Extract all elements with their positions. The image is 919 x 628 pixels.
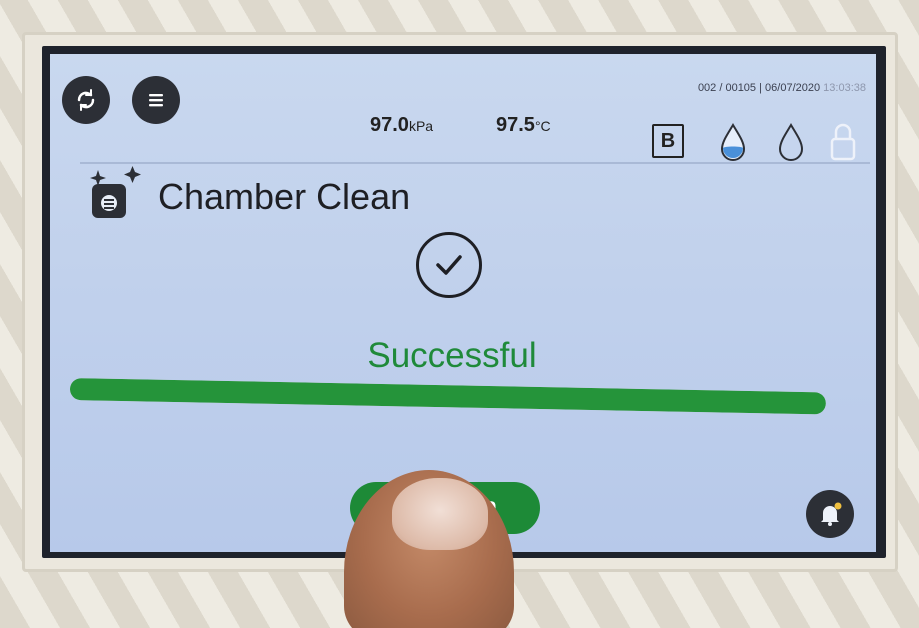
progress-fill bbox=[69, 378, 827, 415]
pressure-unit: kPa bbox=[408, 118, 434, 134]
page-title: Chamber Clean bbox=[158, 176, 411, 217]
progress-bar bbox=[69, 378, 827, 415]
temperature-readout: 97.5°C bbox=[496, 114, 551, 137]
water-drop-icon bbox=[720, 123, 746, 161]
success-indicator bbox=[416, 232, 482, 298]
water-level-indicator bbox=[718, 122, 748, 167]
temperature-value: 97.5 bbox=[496, 114, 535, 136]
menu-icon bbox=[149, 94, 163, 107]
pressure-readout: 97.0kPa bbox=[370, 114, 433, 137]
waste-water-indicator bbox=[776, 122, 806, 167]
lock-icon bbox=[830, 123, 856, 161]
time-display: 13:03:38 bbox=[823, 82, 866, 94]
checkmark-icon bbox=[436, 255, 462, 275]
sync-button[interactable] bbox=[62, 76, 110, 124]
water-drop-outline-icon bbox=[778, 123, 804, 161]
sync-icon bbox=[77, 89, 95, 111]
notification-button[interactable] bbox=[806, 490, 854, 538]
status-message: Successful bbox=[367, 336, 537, 375]
cycle-counter: 002 / 00105 bbox=[697, 82, 757, 94]
chamber-clean-icon bbox=[82, 166, 142, 227]
temperature-unit: °C bbox=[534, 118, 551, 134]
header-divider bbox=[80, 162, 870, 164]
pressure-value: 97.0 bbox=[370, 114, 409, 136]
menu-button[interactable] bbox=[132, 76, 180, 124]
notification-bell-icon bbox=[821, 502, 842, 526]
cycle-meta: 002 / 00105 | 06/07/2020 13:03:38 bbox=[697, 82, 866, 94]
door-lock-indicator bbox=[828, 120, 858, 167]
touch-display: 97.0kPa 97.5°C 002 / 00105 | 06/07/2020 … bbox=[50, 54, 876, 552]
mode-badge: B bbox=[652, 124, 684, 158]
fingernail bbox=[392, 478, 488, 550]
date-display: 06/07/2020 bbox=[765, 82, 821, 94]
